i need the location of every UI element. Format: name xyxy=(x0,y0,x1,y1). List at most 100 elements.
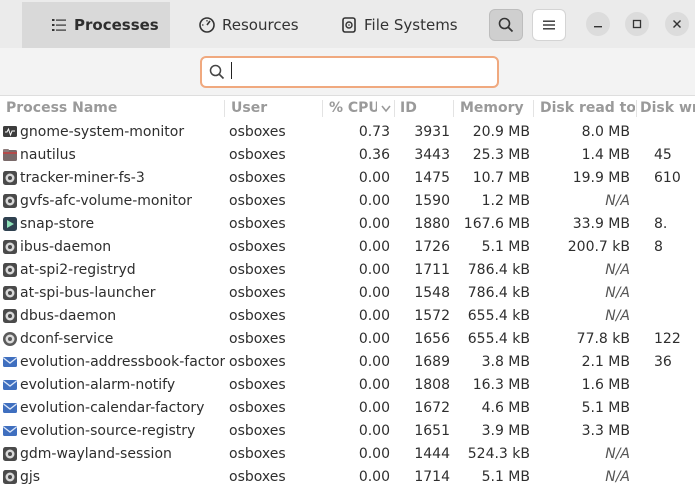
process-memory: 655.4 kB xyxy=(467,308,530,324)
process-memory: 16.3 MB xyxy=(472,377,530,393)
process-disk-read: 19.9 MB xyxy=(572,170,630,186)
process-cpu: 0.73 xyxy=(358,124,390,140)
column-header-id[interactable]: ID xyxy=(400,96,450,121)
process-id: 1711 xyxy=(414,262,450,278)
search-toggle-button[interactable] xyxy=(489,9,523,41)
process-id: 1726 xyxy=(414,239,450,255)
column-divider[interactable] xyxy=(394,100,395,117)
process-disk-write: 122 xyxy=(654,331,681,347)
process-cpu: 0.00 xyxy=(358,400,390,416)
maximize-button[interactable] xyxy=(625,12,649,36)
sort-descending-icon xyxy=(381,105,391,113)
process-cpu: 0.00 xyxy=(358,331,390,347)
search-icon xyxy=(498,17,514,33)
process-user: osboxes xyxy=(229,285,286,301)
process-name: evolution-calendar-factory xyxy=(20,400,205,416)
process-id: 1651 xyxy=(414,423,450,439)
process-id: 1656 xyxy=(414,331,450,347)
process-cpu: 0.00 xyxy=(358,308,390,324)
process-disk-write-cell xyxy=(640,397,695,420)
process-disk-read: 33.9 MB xyxy=(572,216,630,232)
minimize-icon xyxy=(594,26,602,28)
gear-icon xyxy=(3,286,17,300)
process-name: at-spi2-registryd xyxy=(20,262,136,278)
mail-icon xyxy=(3,380,17,390)
process-cpu: 0.00 xyxy=(358,377,390,393)
process-memory: 167.6 MB xyxy=(463,216,530,232)
process-cpu: 0.00 xyxy=(358,216,390,232)
column-header-memory[interactable]: Memory xyxy=(460,96,532,121)
mail-icon xyxy=(3,403,17,413)
tab-processes[interactable]: Processes xyxy=(22,2,170,48)
column-header-user[interactable]: User xyxy=(231,96,321,121)
table-row[interactable]: at-spi-bus-launcher osboxes 0.00 1548 786.4 … xyxy=(0,282,695,305)
column-divider[interactable] xyxy=(533,100,534,117)
table-row[interactable]: evolution-calendar-factory osboxes 0.00 167… xyxy=(0,397,695,420)
column-header-disk-write[interactable]: Disk wri xyxy=(640,96,695,121)
table-row[interactable]: gnome-system-monitor osboxes 0.73 3931 20.9 … xyxy=(0,121,695,144)
table-row[interactable]: at-spi2-registryd osboxes 0.00 1711 786.4 kB… xyxy=(0,259,695,282)
process-disk-write-cell xyxy=(640,374,695,397)
process-name: tracker-miner-fs-3 xyxy=(20,170,145,186)
process-disk-write-cell xyxy=(640,305,695,328)
process-name: gnome-system-monitor xyxy=(20,124,185,140)
close-icon xyxy=(673,20,681,28)
table-row[interactable]: dconf-service osboxes 0.00 1656 655.4 kB 77.8… xyxy=(0,328,695,351)
process-disk-write-cell xyxy=(640,466,695,489)
main-menu-button[interactable] xyxy=(532,9,566,41)
process-disk-read: N/A xyxy=(605,308,630,324)
process-user: osboxes xyxy=(229,170,286,186)
mail-icon xyxy=(3,426,17,436)
process-user: osboxes xyxy=(229,400,286,416)
table-row[interactable]: snap-store osboxes 0.00 1880 167.6 MB 33.9 MB… xyxy=(0,213,695,236)
process-cpu: 0.00 xyxy=(358,262,390,278)
column-header-process-name[interactable]: Process Name xyxy=(6,96,224,121)
table-row[interactable]: gvfs-afc-volume-monitor osboxes 0.00 1590 1.… xyxy=(0,190,695,213)
column-divider[interactable] xyxy=(453,100,454,117)
search-input[interactable] xyxy=(200,56,499,88)
minimize-button[interactable] xyxy=(586,12,610,36)
gear-icon xyxy=(3,240,17,254)
dconf-icon xyxy=(3,332,17,346)
process-disk-write-cell: 8. xyxy=(640,213,695,236)
process-disk-read: 2.1 MB xyxy=(581,354,630,370)
table-row[interactable]: evolution-source-registry osboxes 0.00 1651… xyxy=(0,420,695,443)
tab-label: Resources xyxy=(222,16,299,34)
gear-icon xyxy=(3,309,17,323)
process-disk-read: 1.6 MB xyxy=(581,377,630,393)
process-disk-write-cell: 610 xyxy=(640,167,695,190)
process-name: ibus-daemon xyxy=(20,239,112,255)
column-header-cpu[interactable]: % CPU xyxy=(329,96,377,121)
process-disk-write-cell xyxy=(640,420,695,443)
table-row[interactable]: dbus-daemon osboxes 0.00 1572 655.4 kB N/A xyxy=(0,305,695,328)
column-divider[interactable] xyxy=(636,100,637,117)
column-header-disk-read[interactable]: Disk read tota xyxy=(540,96,635,121)
process-name: dconf-service xyxy=(20,331,114,347)
table-row[interactable]: nautilus osboxes 0.36 3443 25.3 MB 1.4 MB 45 xyxy=(0,144,695,167)
process-name: evolution-alarm-notify xyxy=(20,377,176,393)
process-memory: 5.1 MB xyxy=(481,239,530,255)
table-row[interactable]: evolution-alarm-notify osboxes 0.00 1808 16.… xyxy=(0,374,695,397)
table-row[interactable]: evolution-addressbook-factory osboxes 0.00… xyxy=(0,351,695,374)
process-user: osboxes xyxy=(229,308,286,324)
process-disk-write-cell xyxy=(640,121,695,144)
process-name: gdm-wayland-session xyxy=(20,446,172,462)
gear-icon xyxy=(3,171,17,185)
table-row[interactable]: tracker-miner-fs-3 osboxes 0.00 1475 10.7 MB… xyxy=(0,167,695,190)
tab-resources[interactable]: Resources xyxy=(170,2,320,48)
process-name: evolution-source-registry xyxy=(20,423,196,439)
table-row[interactable]: gdm-wayland-session osboxes 0.00 1444 524.3 … xyxy=(0,443,695,466)
gear-icon xyxy=(3,447,17,461)
tab-file-systems[interactable]: File Systems xyxy=(312,2,472,48)
process-id: 1548 xyxy=(414,285,450,301)
process-disk-read: N/A xyxy=(605,193,630,209)
process-name: gjs xyxy=(20,469,41,485)
process-cpu: 0.00 xyxy=(358,193,390,209)
column-divider[interactable] xyxy=(224,100,225,117)
column-divider[interactable] xyxy=(322,100,323,117)
table-row[interactable]: gjs osboxes 0.00 1714 5.1 MB N/A xyxy=(0,466,695,489)
close-button[interactable] xyxy=(665,12,689,36)
header-bar: Processes Resources File Systems xyxy=(0,0,695,48)
table-row[interactable]: ibus-daemon osboxes 0.00 1726 5.1 MB 200.7 kB… xyxy=(0,236,695,259)
process-id: 1572 xyxy=(414,308,450,324)
